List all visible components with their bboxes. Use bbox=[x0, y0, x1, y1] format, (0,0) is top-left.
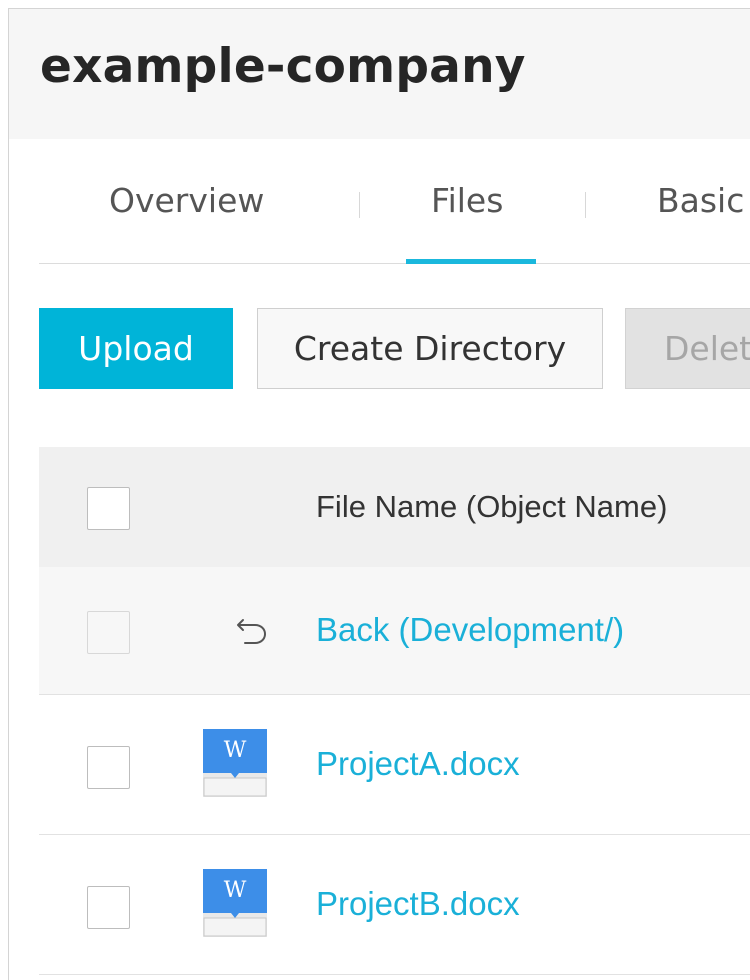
select-all-checkbox[interactable] bbox=[87, 487, 130, 530]
back-arrow-icon bbox=[237, 619, 267, 644]
table-row: W ProjectA.docx bbox=[39, 695, 750, 835]
tab-divider bbox=[585, 192, 586, 218]
tab-bar: Overview Files Basic bbox=[39, 139, 750, 264]
table-row: W ProjectB.docx bbox=[39, 835, 750, 975]
back-row-checkbox bbox=[87, 611, 130, 654]
word-doc-icon: W bbox=[203, 729, 267, 797]
svg-text:W: W bbox=[224, 738, 247, 763]
file-table: File Name (Object Name) Back (Developmen… bbox=[39, 447, 750, 975]
create-directory-button[interactable]: Create Directory bbox=[257, 308, 603, 389]
back-row: Back (Development/) bbox=[39, 567, 750, 695]
row-checkbox[interactable] bbox=[87, 746, 130, 789]
active-tab-indicator bbox=[406, 259, 536, 264]
column-header-file-name: File Name (Object Name) bbox=[316, 489, 668, 524]
page-header: example-company bbox=[9, 9, 750, 139]
word-doc-icon: W bbox=[203, 869, 267, 937]
tab-basic[interactable]: Basic bbox=[657, 181, 744, 220]
bucket-files-panel: example-company Overview Files Basic Upl… bbox=[8, 8, 750, 980]
delete-button[interactable]: Delet bbox=[625, 308, 750, 389]
table-header-row: File Name (Object Name) bbox=[39, 447, 750, 567]
file-toolbar: Upload Create Directory Delet bbox=[39, 308, 750, 390]
row-checkbox[interactable] bbox=[87, 886, 130, 929]
svg-text:W: W bbox=[224, 878, 247, 903]
upload-button[interactable]: Upload bbox=[39, 308, 233, 389]
tab-divider bbox=[359, 192, 360, 218]
tab-overview[interactable]: Overview bbox=[109, 181, 264, 220]
file-name-link[interactable]: ProjectA.docx bbox=[316, 745, 520, 783]
page-title: example-company bbox=[40, 39, 526, 94]
file-name-link[interactable]: ProjectB.docx bbox=[316, 885, 520, 923]
back-link[interactable]: Back (Development/) bbox=[316, 611, 624, 649]
tab-files[interactable]: Files bbox=[431, 181, 503, 220]
